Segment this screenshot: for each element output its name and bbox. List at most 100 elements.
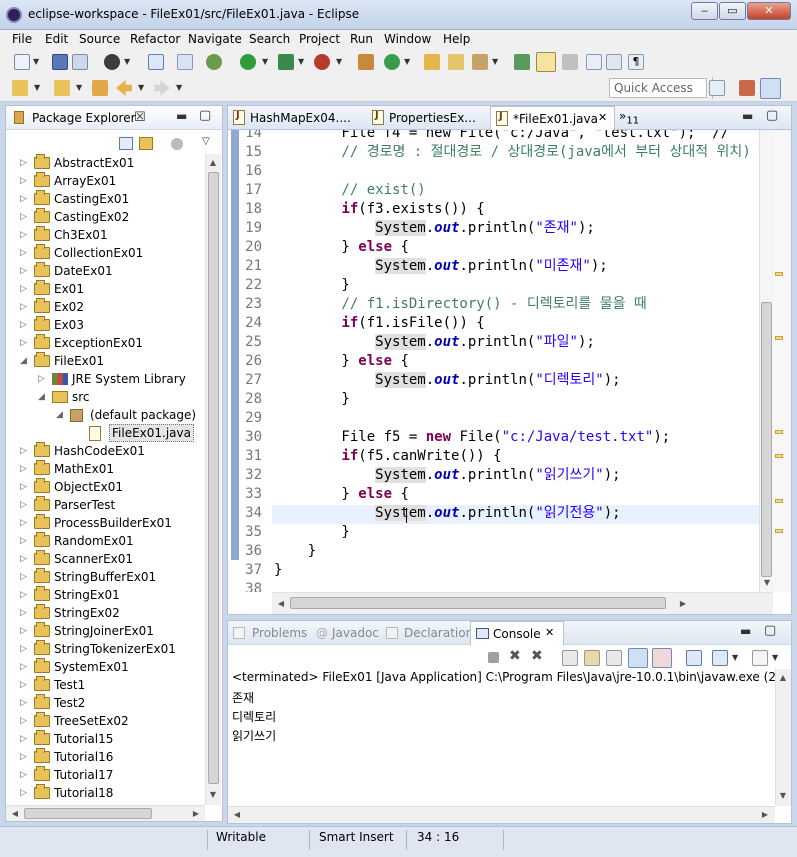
display-console-icon[interactable] [712,650,728,666]
tree-item[interactable]: ▷ TreeSetEx02 [6,712,206,730]
open-perspective-icon[interactable] [709,80,725,96]
tree-item[interactable]: ▷ ObjectEx01 [6,478,206,496]
editor-scroll-thumb[interactable] [761,302,772,577]
maximize-button[interactable]: ▭ [719,2,746,20]
editor-scroll-right-icon[interactable]: ▶ [676,597,690,611]
expand-arrow-icon[interactable]: ▷ [20,550,30,568]
tree-item[interactable]: ▷ Tutorial18 [6,784,206,802]
new-icon[interactable] [14,54,30,70]
expand-arrow-icon[interactable]: ▷ [20,784,30,802]
expand-arrow-icon[interactable]: ▷ [20,766,30,784]
expand-arrow-icon[interactable]: ▷ [20,712,30,730]
code-editor[interactable]: 14 File f4 = new File("c:/Java", "test.t… [228,130,773,592]
tab-fileex01[interactable]: *FileEx01.java ✕ [490,106,615,130]
tab-problems[interactable]: Problems [252,626,307,640]
tab-propertiesex[interactable]: PropertiesEx... [367,106,490,130]
skip-breakpoints-icon[interactable] [177,54,193,70]
tab-console[interactable]: Console ✕ [470,621,564,645]
tree-item[interactable]: ▷ DateEx01 [6,262,206,280]
expand-arrow-icon[interactable]: ▷ [20,694,30,712]
tree-item[interactable]: ▷ CastingEx01 [6,190,206,208]
tab-declaration[interactable]: Declaration [404,626,473,640]
show-on-stdout-icon[interactable] [628,648,648,668]
link-with-editor-icon[interactable] [139,137,153,150]
tree-item[interactable]: ▷ Ex02 [6,298,206,316]
tree-item[interactable]: ◢ src [6,388,206,406]
terminate-icon[interactable] [488,652,499,663]
collapse-arrow-icon[interactable]: ◢ [38,388,48,406]
overview-marker[interactable] [775,454,783,458]
pilcrow-icon[interactable]: ¶ [628,54,644,70]
tree-item[interactable]: ▷ StringEx01 [6,586,206,604]
menu-navigate[interactable]: Navigate [188,32,242,46]
run-dropdown-icon[interactable]: ▼ [262,54,268,70]
open-console-dropdown-icon[interactable]: ▼ [772,650,778,666]
toggle-mark-icon[interactable] [514,54,530,70]
open-type-icon[interactable] [424,54,440,70]
tree-item[interactable]: ▷ ScannerEx01 [6,550,206,568]
next-annotation-icon[interactable] [12,80,28,96]
editor-scroll-down-icon[interactable]: ▼ [760,576,774,590]
tree-item[interactable]: ▷ MathEx01 [6,460,206,478]
expand-arrow-icon[interactable]: ▷ [20,496,30,514]
word-wrap-icon[interactable] [606,650,622,666]
tree-item[interactable]: ▷ StringBufferEx01 [6,568,206,586]
forward-arrow-icon[interactable] [154,80,170,96]
tree-item[interactable]: ◢ FileEx01 [6,352,206,370]
view-menu-icon[interactable]: ▽ [202,136,210,147]
close-view-icon[interactable]: ☒ [134,110,146,125]
back-arrow-icon[interactable] [116,80,132,96]
console-scroll-left-icon[interactable]: ◀ [230,808,244,822]
debug-icon[interactable] [206,54,222,70]
package-scroll-thumb[interactable] [208,172,219,784]
scroll-lock-icon[interactable] [584,650,600,666]
external-tools-dropdown-icon[interactable]: ▼ [336,54,342,70]
tree-item[interactable]: ▷ HashCodeEx01 [6,442,206,460]
tree-item[interactable]: ▷ Ch3Ex01 [6,226,206,244]
show-whitespace-icon[interactable] [562,54,578,70]
expand-arrow-icon[interactable]: ▷ [20,262,30,280]
editor-scroll-left-icon[interactable]: ◀ [274,597,288,611]
scroll-left-icon[interactable]: ◀ [8,807,22,821]
focus-icon[interactable] [171,138,183,150]
expand-arrow-icon[interactable]: ▷ [20,658,30,676]
tree-item[interactable]: ▷ ParserTest [6,496,206,514]
expand-arrow-icon[interactable]: ▷ [20,514,30,532]
close-tab-icon[interactable]: ✕ [598,111,607,124]
maximize-editor-icon[interactable]: ▢ [766,108,778,123]
new-class-icon[interactable] [384,54,400,70]
tree-item[interactable]: ▷ RandomEx01 [6,532,206,550]
java-ee-perspective-icon[interactable] [739,80,755,96]
expand-arrow-icon[interactable]: ▷ [20,172,30,190]
console-scroll-right-icon[interactable]: ▶ [758,808,772,822]
back-dropdown-icon[interactable]: ▼ [138,80,144,96]
save-all-icon[interactable] [72,54,88,70]
remove-launch-icon[interactable]: ✖ [509,648,521,664]
tree-item[interactable]: FileEx01.java [6,424,206,442]
block-selection-icon[interactable] [586,54,602,70]
display-console-dropdown-icon[interactable]: ▼ [732,650,738,666]
overview-marker[interactable] [775,336,783,340]
scroll-down-icon[interactable]: ▼ [206,788,220,802]
package-vertical-scrollbar[interactable]: ▲ ▼ [205,154,221,805]
expand-arrow-icon[interactable]: ▷ [20,298,30,316]
menu-source[interactable]: Source [79,32,120,46]
previous-annotation-dropdown-icon[interactable]: ▼ [76,80,82,96]
java-perspective-icon[interactable] [760,78,781,99]
console-vertical-scrollbar[interactable]: ▲ ▼ [775,669,791,806]
minimize-view-icon[interactable]: ▬ [176,109,187,123]
expand-arrow-icon[interactable]: ▷ [20,586,30,604]
highlight-icon[interactable] [536,52,556,72]
new-class-dropdown-icon[interactable]: ▼ [404,54,410,70]
overview-marker[interactable] [775,529,783,533]
minimize-button[interactable]: ‒ [691,2,718,20]
open-folder-icon[interactable] [448,54,464,70]
menu-help[interactable]: Help [443,32,470,46]
expand-arrow-icon[interactable]: ▷ [20,478,30,496]
expand-arrow-icon[interactable]: ▷ [20,244,30,262]
coverage-icon[interactable] [278,54,294,70]
expand-arrow-icon[interactable]: ▷ [20,460,30,478]
tree-item[interactable]: ▷ ArrayEx01 [6,172,206,190]
previous-annotation-icon[interactable] [54,80,70,96]
scroll-up-icon[interactable]: ▲ [206,156,220,170]
